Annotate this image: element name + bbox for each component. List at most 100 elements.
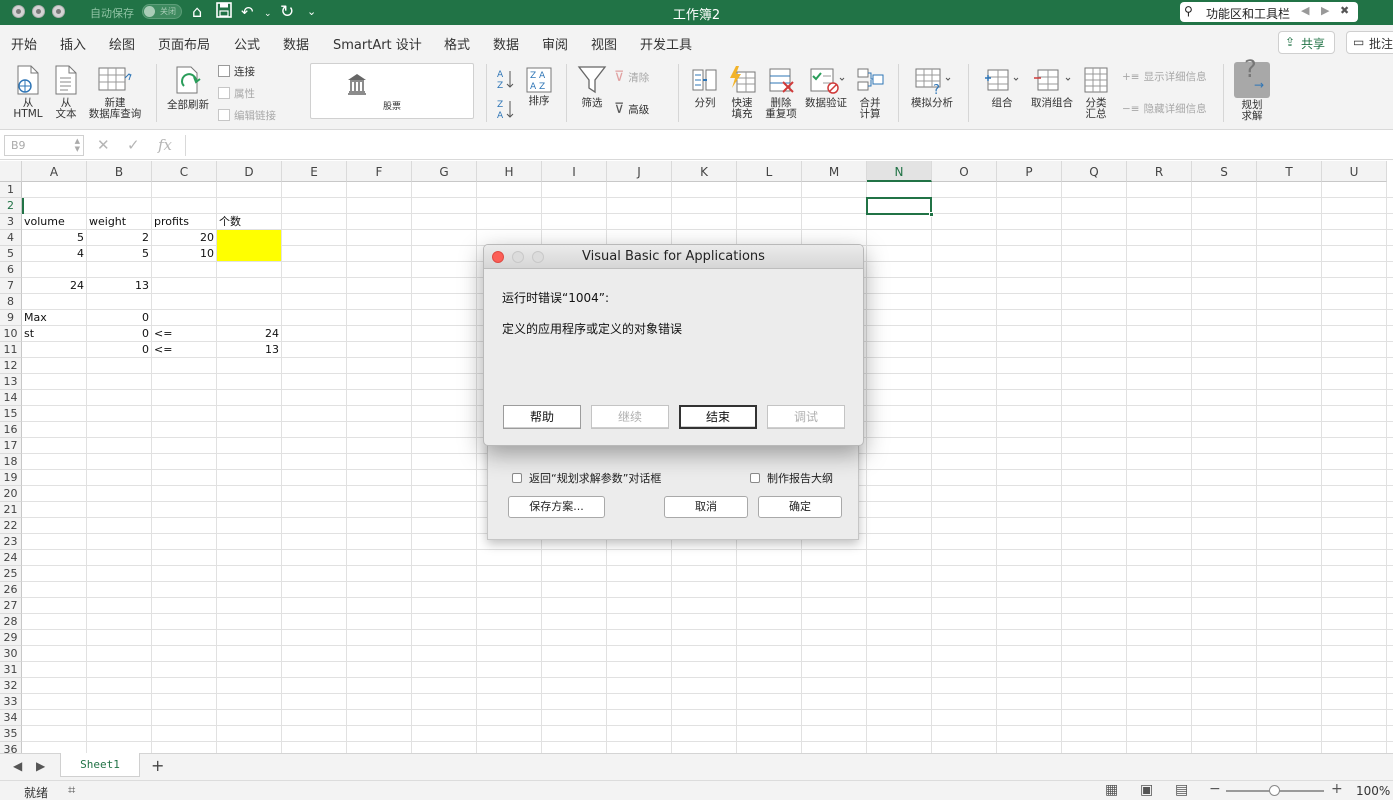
debug-button[interactable]: 调试 [767,405,845,429]
cell-a10[interactable]: st [24,326,84,342]
row-header-22[interactable]: 22 [0,518,22,534]
active-cell-selection[interactable] [866,197,934,217]
remove-duplicates-button[interactable]: 删除 重复项 [762,64,800,120]
return-to-solver-checkbox[interactable]: 返回“规划求解参数”对话框 [512,470,661,486]
insert-function-icon[interactable]: fx [158,136,172,154]
cell-d3[interactable]: 个数 [219,214,279,230]
row-header-35[interactable]: 35 [0,726,22,742]
filter-button[interactable]: 筛选 [576,64,608,109]
column-header-n[interactable]: N [867,161,932,182]
row-header-34[interactable]: 34 [0,710,22,726]
cell-a3[interactable]: volume [24,214,84,230]
row-header-15[interactable]: 15 [0,406,22,422]
cancel-entry-icon[interactable]: ✕ [97,136,110,154]
row-header-13[interactable]: 13 [0,374,22,390]
cell-b3[interactable]: weight [89,214,149,230]
comment-button[interactable]: ▭ 批注 [1346,31,1393,54]
column-header-h[interactable]: H [477,161,542,182]
row-header-31[interactable]: 31 [0,662,22,678]
column-header-r[interactable]: R [1127,161,1192,182]
column-header-m[interactable]: M [802,161,867,182]
select-all-corner[interactable] [0,161,22,182]
column-header-a[interactable]: A [22,161,87,182]
cell-d10[interactable]: 24 [219,326,279,342]
zoom-slider-knob[interactable] [1269,785,1280,796]
text-to-columns-button[interactable]: 分列 [688,64,722,109]
search-prev-icon[interactable]: ◀ [1301,4,1309,17]
row-header-24[interactable]: 24 [0,550,22,566]
column-header-q[interactable]: Q [1062,161,1127,182]
from-html-button[interactable]: 从 HTML [10,64,46,120]
cell-d11[interactable]: 13 [219,342,279,358]
sheet-tab-sheet1[interactable]: Sheet1 [60,753,140,777]
show-detail-button[interactable]: +≡ 显示详细信息 [1122,70,1207,84]
cell-b7[interactable]: 13 [89,278,149,294]
macro-record-icon[interactable]: ⌗ [68,783,75,798]
column-header-u[interactable]: U [1322,161,1387,182]
sort-button[interactable]: Z AA Z 排序 [524,66,554,107]
page-layout-view-icon[interactable]: ▣ [1140,782,1153,798]
column-header-d[interactable]: D [217,161,282,182]
column-header-k[interactable]: K [672,161,737,182]
column-header-s[interactable]: S [1192,161,1257,182]
row-header-20[interactable]: 20 [0,486,22,502]
sort-ascending-button[interactable]: AZ [496,68,516,92]
column-header-i[interactable]: I [542,161,607,182]
data-validation-button[interactable]: 数据验证 [802,64,850,109]
tab-developer[interactable]: 开发工具 [640,34,692,53]
cell-c5[interactable]: 10 [154,246,214,262]
row-header-27[interactable]: 27 [0,598,22,614]
row-header-28[interactable]: 28 [0,614,22,630]
row-header-16[interactable]: 16 [0,422,22,438]
row-header-11[interactable]: 11 [0,342,22,358]
tab-review[interactable]: 审阅 [542,34,568,53]
tab-data-2[interactable]: 数据 [493,34,519,53]
cell-c10[interactable]: <= [154,326,214,342]
prev-sheet-icon[interactable]: ◀ [13,759,22,773]
refresh-all-button[interactable]: 全部刷新 [164,64,212,111]
row-header-36[interactable]: 36 [0,742,22,753]
edit-links-button[interactable]: 编辑链接 [218,109,276,123]
next-sheet-icon[interactable]: ▶ [36,759,45,773]
row-header-33[interactable]: 33 [0,694,22,710]
zoom-out-icon[interactable]: − [1209,781,1221,797]
column-header-p[interactable]: P [997,161,1062,182]
from-text-button[interactable]: 从 文本 [50,64,82,120]
fill-handle[interactable] [929,212,934,217]
cell-c4[interactable]: 20 [154,230,214,246]
connections-button[interactable]: 连接 [218,65,255,79]
normal-view-icon[interactable]: ▦ [1105,782,1118,798]
search-next-icon[interactable]: ▶ [1321,4,1329,17]
cell-b4[interactable]: 2 [89,230,149,246]
tab-home[interactable]: 开始 [11,34,37,53]
cell-b5[interactable]: 5 [89,246,149,262]
cell-a9[interactable]: Max [24,310,84,326]
clear-filter-button[interactable]: ⊽ 清除 [614,70,649,85]
tab-view[interactable]: 视图 [591,34,617,53]
row-header-30[interactable]: 30 [0,646,22,662]
row-header-4[interactable]: 4 [0,230,22,246]
consolidate-button[interactable]: 合并 计算 [854,64,886,120]
row-header-21[interactable]: 21 [0,502,22,518]
tab-insert[interactable]: 插入 [60,34,86,53]
what-if-analysis-button[interactable]: ? 模拟分析 [906,64,958,109]
name-box[interactable]: B9 ▲ ▼ [4,135,84,156]
row-header-9[interactable]: 9 [0,310,22,326]
tab-data[interactable]: 数据 [283,34,310,61]
cell-b11[interactable]: 0 [89,342,149,358]
share-button[interactable]: ⇪ 共享 [1278,31,1335,54]
add-sheet-icon[interactable]: + [151,756,164,775]
advanced-filter-button[interactable]: ⊽ 高级 [614,102,649,117]
subtotal-button[interactable]: 分类 汇总 [1080,64,1112,120]
column-header-j[interactable]: J [607,161,672,182]
row-header-14[interactable]: 14 [0,390,22,406]
row-header-17[interactable]: 17 [0,438,22,454]
cell-c3[interactable]: profits [154,214,214,230]
tab-page-layout[interactable]: 页面布局 [158,34,210,53]
row-header-25[interactable]: 25 [0,566,22,582]
row-header-18[interactable]: 18 [0,454,22,470]
help-button[interactable]: 帮助 [503,405,581,429]
return-checkbox-box[interactable] [512,473,522,483]
end-button[interactable]: 结束 [679,405,757,429]
tab-format[interactable]: 格式 [444,34,470,53]
